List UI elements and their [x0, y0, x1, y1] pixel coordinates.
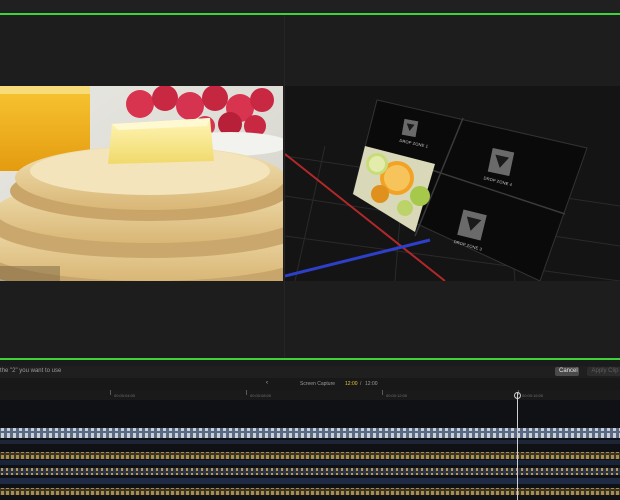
ruler-label: 00:00:04:00	[114, 393, 136, 398]
ruler-tick	[110, 390, 111, 395]
video-track-4[interactable]	[0, 488, 620, 495]
timeline-header: ‹ Screen Capture 12:00 / 12:00	[0, 378, 620, 390]
instruction-text: the "2" you want to use	[0, 368, 62, 374]
ruler-label: 00:00:12:00	[386, 393, 408, 398]
filmstrip-tracks	[0, 400, 620, 500]
ruler-tick	[246, 390, 247, 395]
ruler-tick	[382, 390, 383, 395]
timeline-ruler[interactable]: 00:00:04:00 00:00:08:00 00:00:12:00 00:0…	[0, 390, 620, 400]
top-bar	[0, 0, 620, 13]
pancakes-illustration	[0, 86, 283, 281]
playhead[interactable]	[517, 392, 518, 500]
video-track-2[interactable]	[0, 452, 620, 459]
ruler-label: 00:00:16:00	[522, 393, 544, 398]
total-timecode: 12:00	[365, 381, 378, 387]
apply-clip-button[interactable]: Apply Clip	[587, 367, 620, 376]
chevron-left-icon[interactable]: ‹	[266, 380, 268, 386]
3d-scene: DROP ZONE 1 DROP ZONE 4 DROP ZONE 3	[285, 86, 620, 281]
current-timecode: 12:00	[345, 381, 358, 387]
3d-preview-viewer[interactable]: DROP ZONE 1 DROP ZONE 4 DROP ZONE 3	[285, 86, 620, 281]
timeline-tracks[interactable]	[0, 400, 620, 500]
video-track-1[interactable]	[0, 428, 620, 438]
viewer-bottom-green-line	[0, 358, 620, 360]
playhead-handle[interactable]	[514, 392, 521, 399]
timecode-separator: /	[360, 381, 362, 387]
cancel-button[interactable]: Cancel	[555, 367, 579, 376]
clip-name: Screen Capture	[300, 381, 336, 387]
ruler-label: 00:00:08:00	[250, 393, 272, 398]
pancakes-photo	[0, 86, 283, 281]
clip-selection-toolbar: the "2" you want to use Cancel Apply Cli…	[0, 366, 620, 378]
video-track-3[interactable]	[0, 468, 620, 475]
